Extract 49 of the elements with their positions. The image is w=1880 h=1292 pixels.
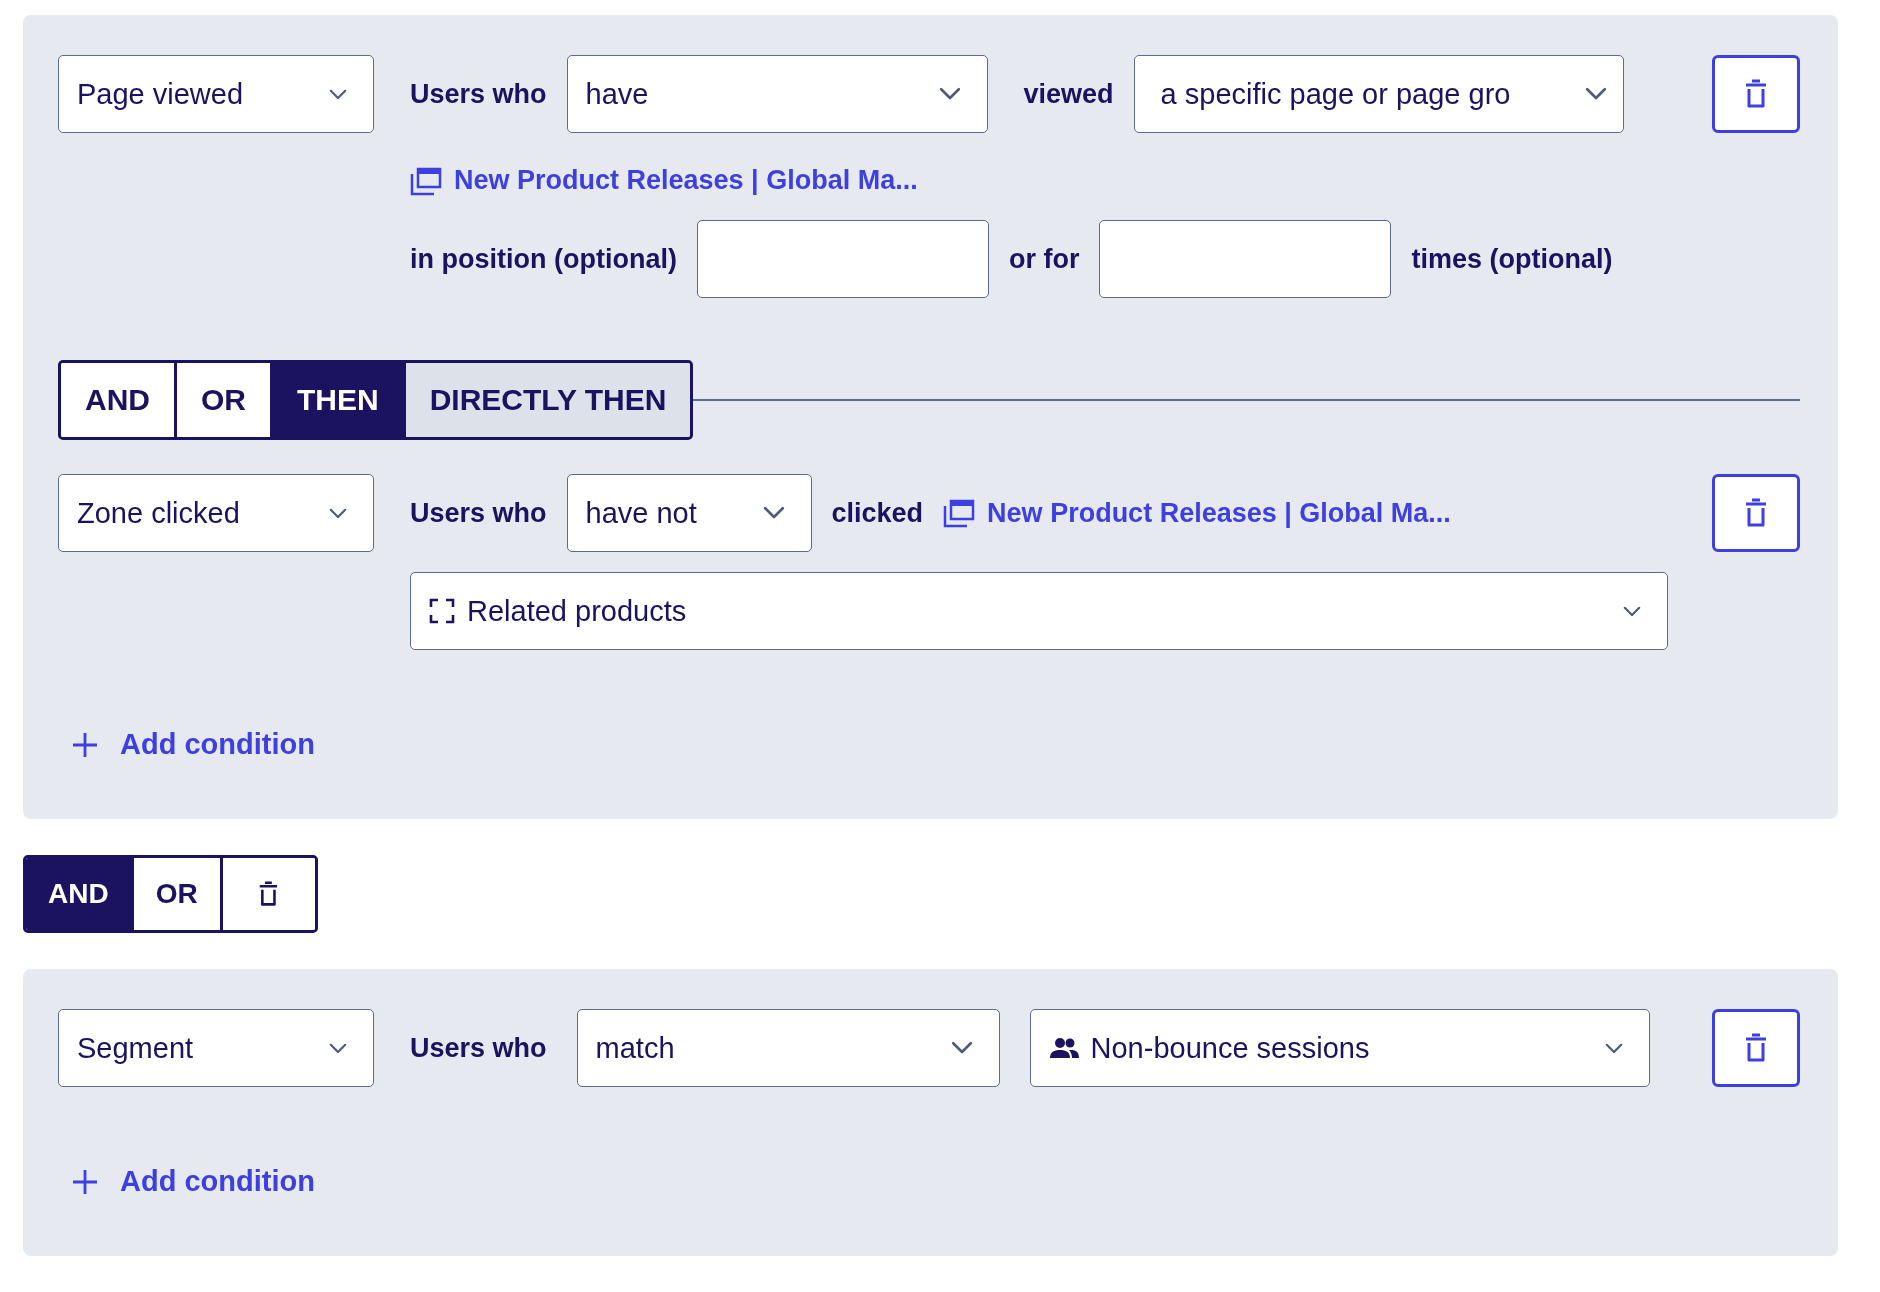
chevron-icon [1604,1042,1623,1054]
operator-tab[interactable]: DIRECTLY THEN [405,363,691,437]
verb-dropdown[interactable]: have [566,55,988,133]
verb-dropdown[interactable]: match [576,1009,1000,1087]
chevron-icon [329,88,347,100]
delete-button[interactable] [1712,55,1800,133]
zone-dropdown[interactable]: Related products [410,572,1668,650]
pages-icon [943,498,976,528]
chevron-icon [950,1041,973,1055]
page-link[interactable]: New Product Releases | Global Ma... [410,165,1676,196]
chevron-icon [762,506,785,520]
plus-icon [72,1168,98,1195]
condition-type-dropdown[interactable]: Zone clicked [58,474,374,552]
chevron-icon [938,87,961,101]
field-label: times (optional) [1411,243,1613,275]
field-label: Users who [410,1032,547,1064]
position-input[interactable] [696,220,989,298]
condition-type-dropdown[interactable]: Segment [58,1009,374,1087]
trash-icon [1744,1033,1768,1063]
chevron-icon [329,1042,347,1054]
operator-tab[interactable]: AND [61,363,177,437]
field-label: in position (optional) [410,243,677,275]
delete-button[interactable] [1712,1009,1800,1087]
chevron-icon [329,507,347,519]
audience-dropdown[interactable]: Non-bounce sessions [1029,1009,1650,1087]
trash-icon [258,881,280,907]
operator-tab[interactable]: AND [26,858,134,930]
field-label: clicked [831,497,924,529]
plus-icon [72,731,98,758]
condition-type-dropdown[interactable]: Page viewed [58,55,374,133]
verb-dropdown[interactable]: have not [566,474,812,552]
page-dropdown[interactable]: a specific page or page gro [1133,55,1624,133]
trash-icon [1744,79,1768,109]
add-condition-button[interactable]: Add condition [72,1165,315,1198]
frame-corners-icon [429,598,455,624]
times-input[interactable] [1099,220,1392,298]
field-label: viewed [1023,78,1114,110]
pages-icon [410,165,442,196]
people-icon [1048,1037,1079,1059]
chevron-icon [1584,87,1607,101]
field-label: Users who [410,78,547,110]
trash-icon [1744,498,1768,528]
operator-tab[interactable]: THEN [273,363,406,437]
add-condition-button[interactable]: Add condition [72,728,315,761]
field-label: Users who [410,497,547,529]
field-label: or for [1008,243,1080,275]
page-link[interactable]: New Product Releases | Global Ma... [943,497,1451,529]
chevron-icon [1623,605,1641,617]
delete-button[interactable] [1712,474,1800,552]
